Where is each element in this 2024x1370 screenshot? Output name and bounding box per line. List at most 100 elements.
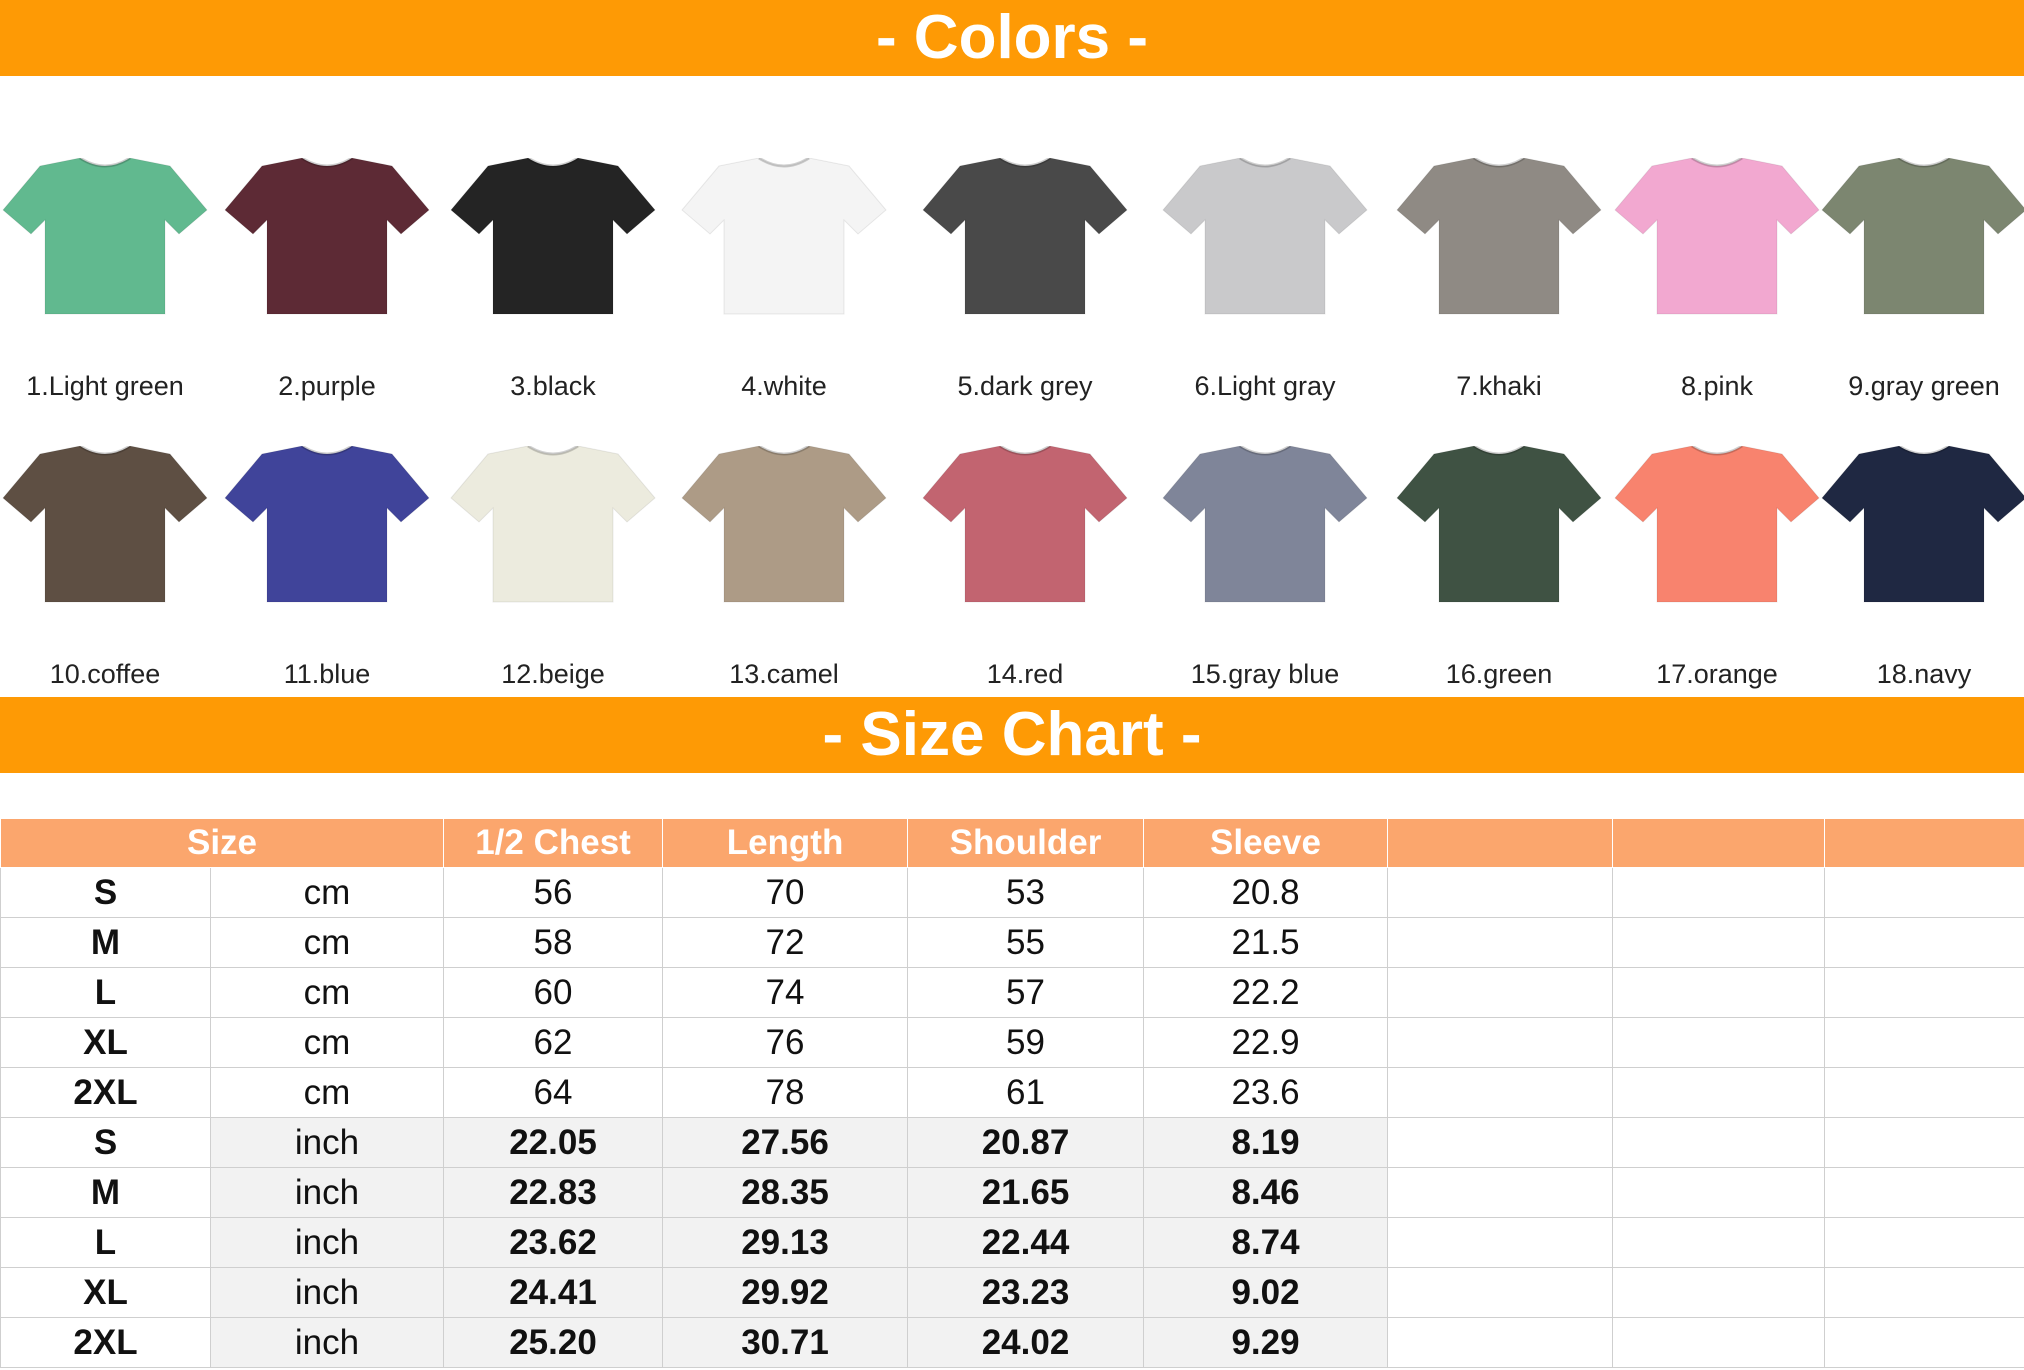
chest-cell: 22.05 <box>443 1117 664 1168</box>
table-row: Lcm 60 74 57 22.2 <box>0 967 2024 1018</box>
tshirt-icon <box>1614 446 1820 603</box>
unit-cell: inch <box>209 1267 445 1318</box>
color-label: 14.red <box>986 659 1064 689</box>
tshirt-icon <box>1396 158 1602 315</box>
header-size: Size <box>0 818 445 868</box>
header-empty <box>1387 818 1614 868</box>
tshirt-swatch <box>1155 158 1375 338</box>
empty-cell <box>1612 867 1826 918</box>
empty-cell <box>1387 967 1614 1018</box>
chest-cell: 25.20 <box>443 1317 664 1368</box>
color-label: 11.blue <box>283 659 371 689</box>
table-row: XL inch 24.41 29.92 23.23 9.02 <box>0 1267 2024 1318</box>
sleeve-cell: 21.5 <box>1143 917 1389 968</box>
tshirt-icon <box>1821 446 2024 603</box>
size-cell: M <box>0 917 211 968</box>
length-cell: 27.56 <box>662 1117 909 1168</box>
empty-cell <box>1824 1117 2024 1168</box>
size-cell: XL <box>0 1267 211 1318</box>
empty-cell <box>1612 917 1826 968</box>
empty-cell <box>1824 1217 2024 1268</box>
tshirt-icon <box>1162 158 1368 315</box>
table-row: Scm 56 70 53 20.8 <box>0 867 2024 918</box>
color-label: 13.camel <box>729 659 839 689</box>
empty-cell <box>1387 1267 1614 1318</box>
empty-cell <box>1824 967 2024 1018</box>
empty-cell <box>1824 1317 2024 1368</box>
tshirt-icon <box>450 446 656 603</box>
sleeve-cell: 9.29 <box>1143 1317 1389 1368</box>
color-label: 4.white <box>741 371 827 401</box>
sleeve-cell: 23.6 <box>1143 1067 1389 1118</box>
empty-cell <box>1387 917 1614 968</box>
table-row: 2XL inch 25.20 30.71 24.02 9.29 <box>0 1317 2024 1368</box>
empty-cell <box>1612 1267 1826 1318</box>
shoulder-cell: 24.02 <box>907 1317 1145 1368</box>
tshirt-swatch <box>1389 158 1609 338</box>
size-cell: 2XL <box>0 1317 211 1368</box>
chest-cell: 60 <box>443 967 664 1018</box>
header-shoulder: Shoulder <box>907 818 1145 868</box>
size-cell: S <box>0 867 211 918</box>
empty-cell <box>1387 1217 1614 1268</box>
empty-cell <box>1387 867 1614 918</box>
color-swatch-grid: 1.Light green 2.purple 3.black 4.white 5.dar… <box>0 0 2024 690</box>
length-cell: 30.71 <box>662 1317 909 1368</box>
empty-cell <box>1387 1117 1614 1168</box>
size-chart-banner: - Size Chart - <box>0 697 2024 773</box>
chest-cell: 23.62 <box>443 1217 664 1268</box>
size-cell: 2XL <box>0 1067 211 1118</box>
empty-cell <box>1612 1117 1826 1168</box>
length-cell: 29.13 <box>662 1217 909 1268</box>
tshirt-swatch <box>915 446 1135 626</box>
table-row: Mcm 58 72 55 21.5 <box>0 917 2024 968</box>
empty-cell <box>1387 1167 1614 1218</box>
table-row: Minch 22.83 28.35 21.65 8.46 <box>0 1167 2024 1218</box>
chest-cell: 22.83 <box>443 1167 664 1218</box>
unit-cell: inch <box>209 1317 445 1368</box>
shoulder-cell: 59 <box>907 1017 1145 1068</box>
length-cell: 76 <box>662 1017 909 1068</box>
tshirt-swatch <box>443 158 663 338</box>
tshirt-icon <box>922 446 1128 603</box>
unit-cell: inch <box>209 1117 445 1168</box>
empty-cell <box>1824 867 2024 918</box>
sleeve-cell: 8.46 <box>1143 1167 1389 1218</box>
shoulder-cell: 21.65 <box>907 1167 1145 1218</box>
tshirt-icon <box>1162 446 1368 603</box>
tshirt-icon <box>681 446 887 603</box>
sleeve-cell: 22.9 <box>1143 1017 1389 1068</box>
tshirt-icon <box>224 446 430 603</box>
unit-cell: inch <box>209 1217 445 1268</box>
shoulder-cell: 55 <box>907 917 1145 968</box>
unit-cell: cm <box>209 1017 445 1068</box>
sleeve-cell: 20.8 <box>1143 867 1389 918</box>
unit-cell: cm <box>209 867 445 918</box>
empty-cell <box>1824 1167 2024 1218</box>
header-empty <box>1824 818 2024 868</box>
color-label: 9.gray green <box>1848 371 2000 401</box>
size-cell: L <box>0 967 211 1018</box>
tshirt-swatch <box>674 446 894 626</box>
shoulder-cell: 53 <box>907 867 1145 918</box>
color-label: 6.Light gray <box>1194 371 1336 401</box>
length-cell: 72 <box>662 917 909 968</box>
chest-cell: 24.41 <box>443 1267 664 1318</box>
length-cell: 29.92 <box>662 1267 909 1318</box>
empty-cell <box>1824 1067 2024 1118</box>
unit-cell: inch <box>209 1167 445 1218</box>
size-cell: M <box>0 1167 211 1218</box>
size-cell: L <box>0 1217 211 1268</box>
length-cell: 74 <box>662 967 909 1018</box>
shoulder-cell: 23.23 <box>907 1267 1145 1318</box>
chest-cell: 58 <box>443 917 664 968</box>
length-cell: 70 <box>662 867 909 918</box>
empty-cell <box>1612 1217 1826 1268</box>
tshirt-icon <box>224 158 430 315</box>
shoulder-cell: 61 <box>907 1067 1145 1118</box>
tshirt-icon <box>450 158 656 315</box>
chest-cell: 64 <box>443 1067 664 1118</box>
header-length: Length <box>662 818 909 868</box>
empty-cell <box>1387 1067 1614 1118</box>
table-row: Linch 23.62 29.13 22.44 8.74 <box>0 1217 2024 1268</box>
